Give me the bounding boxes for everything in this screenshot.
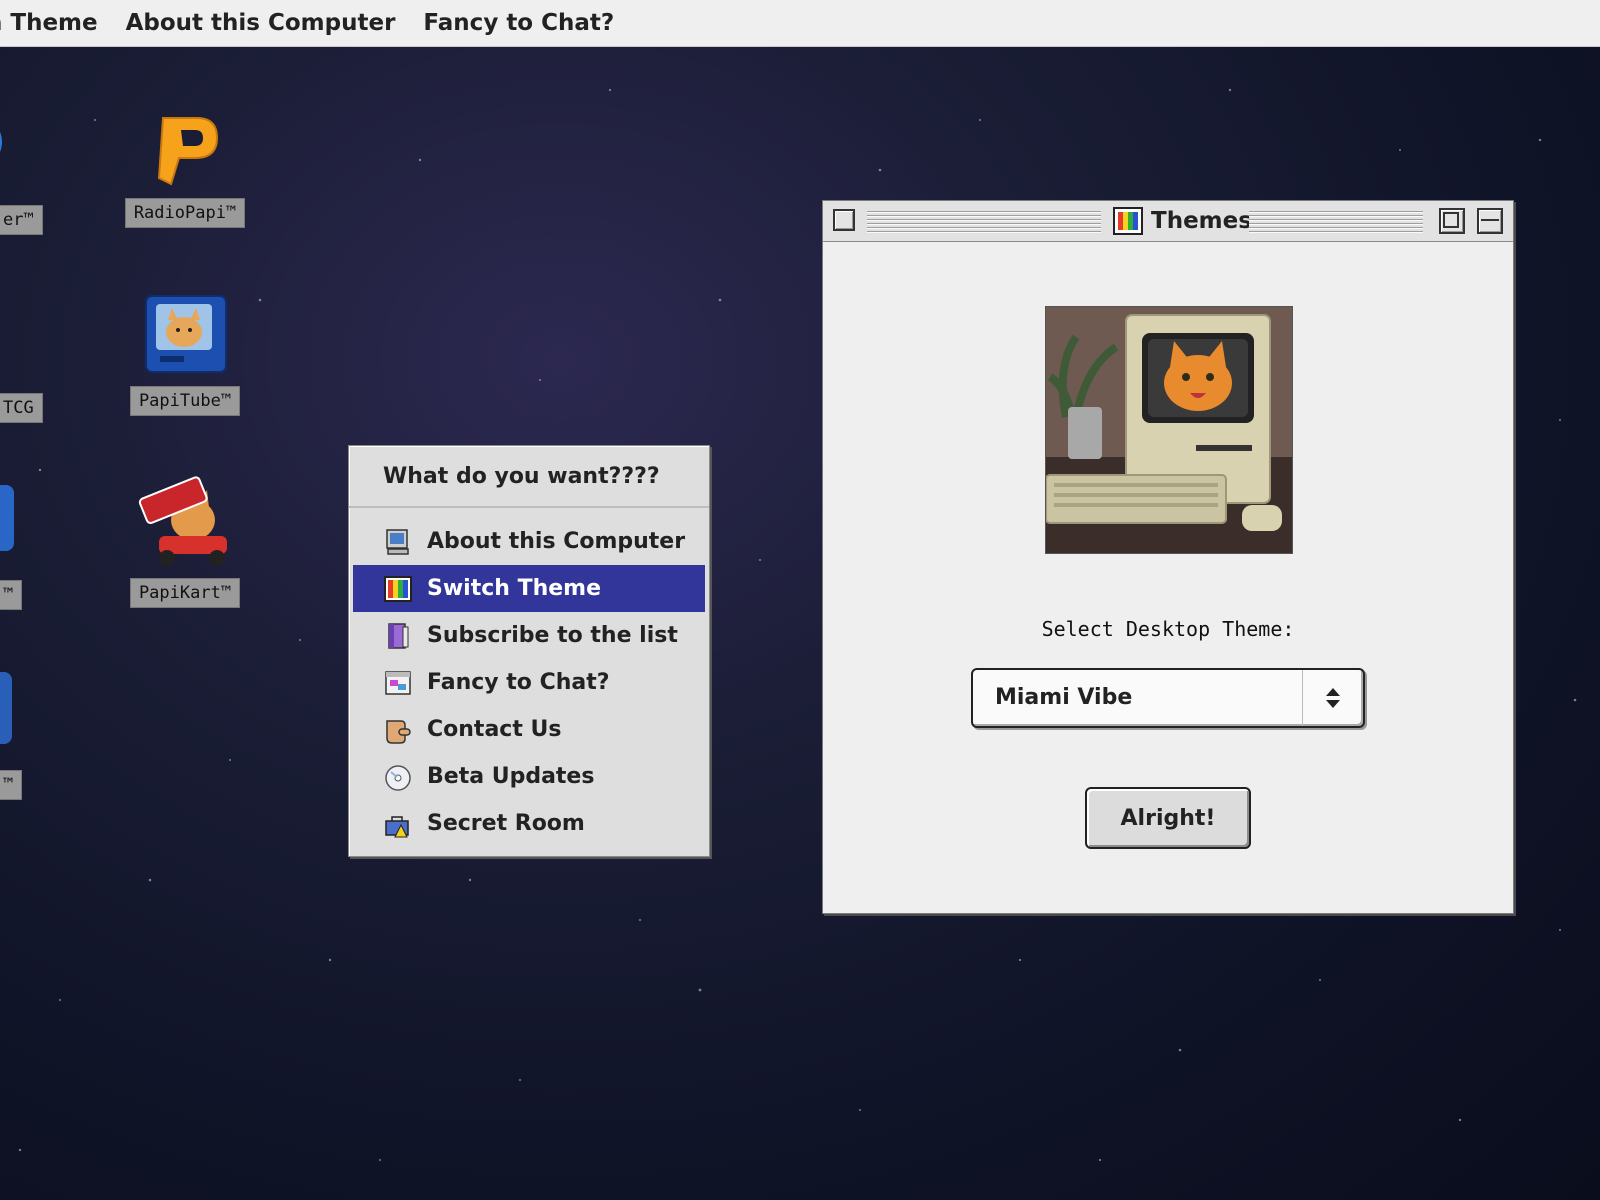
desktop-label-radiopapi: RadioPapi™ bbox=[124, 198, 246, 228]
menu-item-secret-room[interactable]: Secret Room bbox=[353, 800, 705, 847]
menubar-fancy-to-chat[interactable]: Fancy to Chat? bbox=[423, 10, 614, 36]
kart-cat-coming-soon-icon bbox=[138, 476, 227, 566]
menu-item-switch-theme[interactable]: Switch Theme bbox=[353, 565, 705, 612]
retro-computer-cat-illustration bbox=[1046, 307, 1292, 553]
chat-window-icon bbox=[385, 670, 411, 695]
collapse-box-button[interactable] bbox=[1477, 208, 1503, 234]
computer-icon bbox=[386, 528, 409, 555]
globe-icon bbox=[0, 132, 2, 152]
cd-icon bbox=[385, 764, 411, 791]
menu-item-label: Switch Theme bbox=[427, 576, 602, 601]
menu-item-about-this-computer[interactable]: About this Computer bbox=[353, 518, 705, 565]
desktop-label-papitube: PapiTube™ bbox=[129, 386, 241, 416]
menu-item-label: About this Computer bbox=[427, 529, 686, 554]
window-body: Select Desktop Theme: Miami Vibe Alright… bbox=[823, 242, 1513, 913]
menubar-about-this-computer[interactable]: About this Computer bbox=[126, 10, 396, 36]
menu-item-fancy-to-chat[interactable]: Fancy to Chat? bbox=[353, 659, 705, 706]
theme-select[interactable]: Miami Vibe bbox=[971, 668, 1365, 728]
window-title: Themes bbox=[1103, 205, 1262, 237]
menu-item-label: Secret Room bbox=[427, 811, 585, 836]
camera-icon[interactable] bbox=[0, 485, 14, 551]
select-theme-label: Select Desktop Theme: bbox=[1041, 617, 1295, 641]
phone-icon[interactable] bbox=[0, 672, 12, 744]
desktop-icon-papikart[interactable]: PapiKart™ bbox=[124, 472, 246, 608]
titlebar-stripes-right bbox=[1249, 209, 1423, 233]
context-menu-list: About this Computer Switch Theme Subscri… bbox=[349, 508, 709, 847]
context-menu: What do you want???? About this Computer… bbox=[348, 445, 710, 857]
menu-item-label: Subscribe to the list bbox=[427, 623, 678, 648]
menu-bar: h Theme About this Computer Fancy to Cha… bbox=[0, 0, 1600, 47]
desktop-icon-radiopapi[interactable]: RadioPapi™ bbox=[124, 110, 246, 228]
menubar-switch-theme[interactable]: h Theme bbox=[0, 10, 98, 36]
titlebar-stripes-left bbox=[867, 209, 1101, 233]
menu-item-beta-updates[interactable]: Beta Updates bbox=[353, 753, 705, 800]
desktop-label-papikart: PapiKart™ bbox=[129, 578, 241, 608]
close-box-button[interactable] bbox=[833, 209, 855, 231]
window-title-text: Themes bbox=[1151, 208, 1252, 234]
desktop-icon-papitube[interactable]: PapiTube™ bbox=[124, 290, 246, 416]
desktop-label-cut-2: TCG bbox=[0, 393, 43, 423]
desktop-label-cut-1: er™ bbox=[0, 205, 43, 235]
toolbox-icon bbox=[385, 815, 409, 837]
color-bars-icon bbox=[384, 575, 412, 602]
updown-arrows-icon[interactable] bbox=[1302, 670, 1363, 726]
menu-item-subscribe[interactable]: Subscribe to the list bbox=[353, 612, 705, 659]
hand-icon bbox=[386, 719, 411, 744]
themes-window: Themes Select Desktop Theme: Miami Vibe … bbox=[822, 200, 1514, 914]
tv-cat-icon bbox=[145, 295, 227, 373]
menu-item-contact-us[interactable]: Contact Us bbox=[353, 706, 705, 753]
menu-item-label: Fancy to Chat? bbox=[427, 670, 610, 695]
desktop-label-cut-4: ™ bbox=[0, 770, 23, 800]
desktop-label-cut-3: ™ bbox=[0, 580, 23, 610]
menu-item-label: Beta Updates bbox=[427, 764, 595, 789]
desktop-icon-cut-1[interactable] bbox=[0, 112, 6, 176]
theme-preview-image bbox=[1045, 306, 1293, 554]
context-menu-title: What do you want???? bbox=[349, 446, 709, 508]
zoom-box-button[interactable] bbox=[1439, 208, 1465, 234]
window-titlebar[interactable]: Themes bbox=[823, 201, 1513, 242]
book-icon bbox=[388, 622, 409, 649]
color-bars-icon bbox=[1113, 207, 1143, 235]
radio-papi-p-logo bbox=[157, 117, 219, 186]
theme-select-value: Miami Vibe bbox=[995, 685, 1133, 710]
menu-item-label: Contact Us bbox=[427, 717, 562, 742]
alright-button[interactable]: Alright! bbox=[1085, 787, 1251, 849]
